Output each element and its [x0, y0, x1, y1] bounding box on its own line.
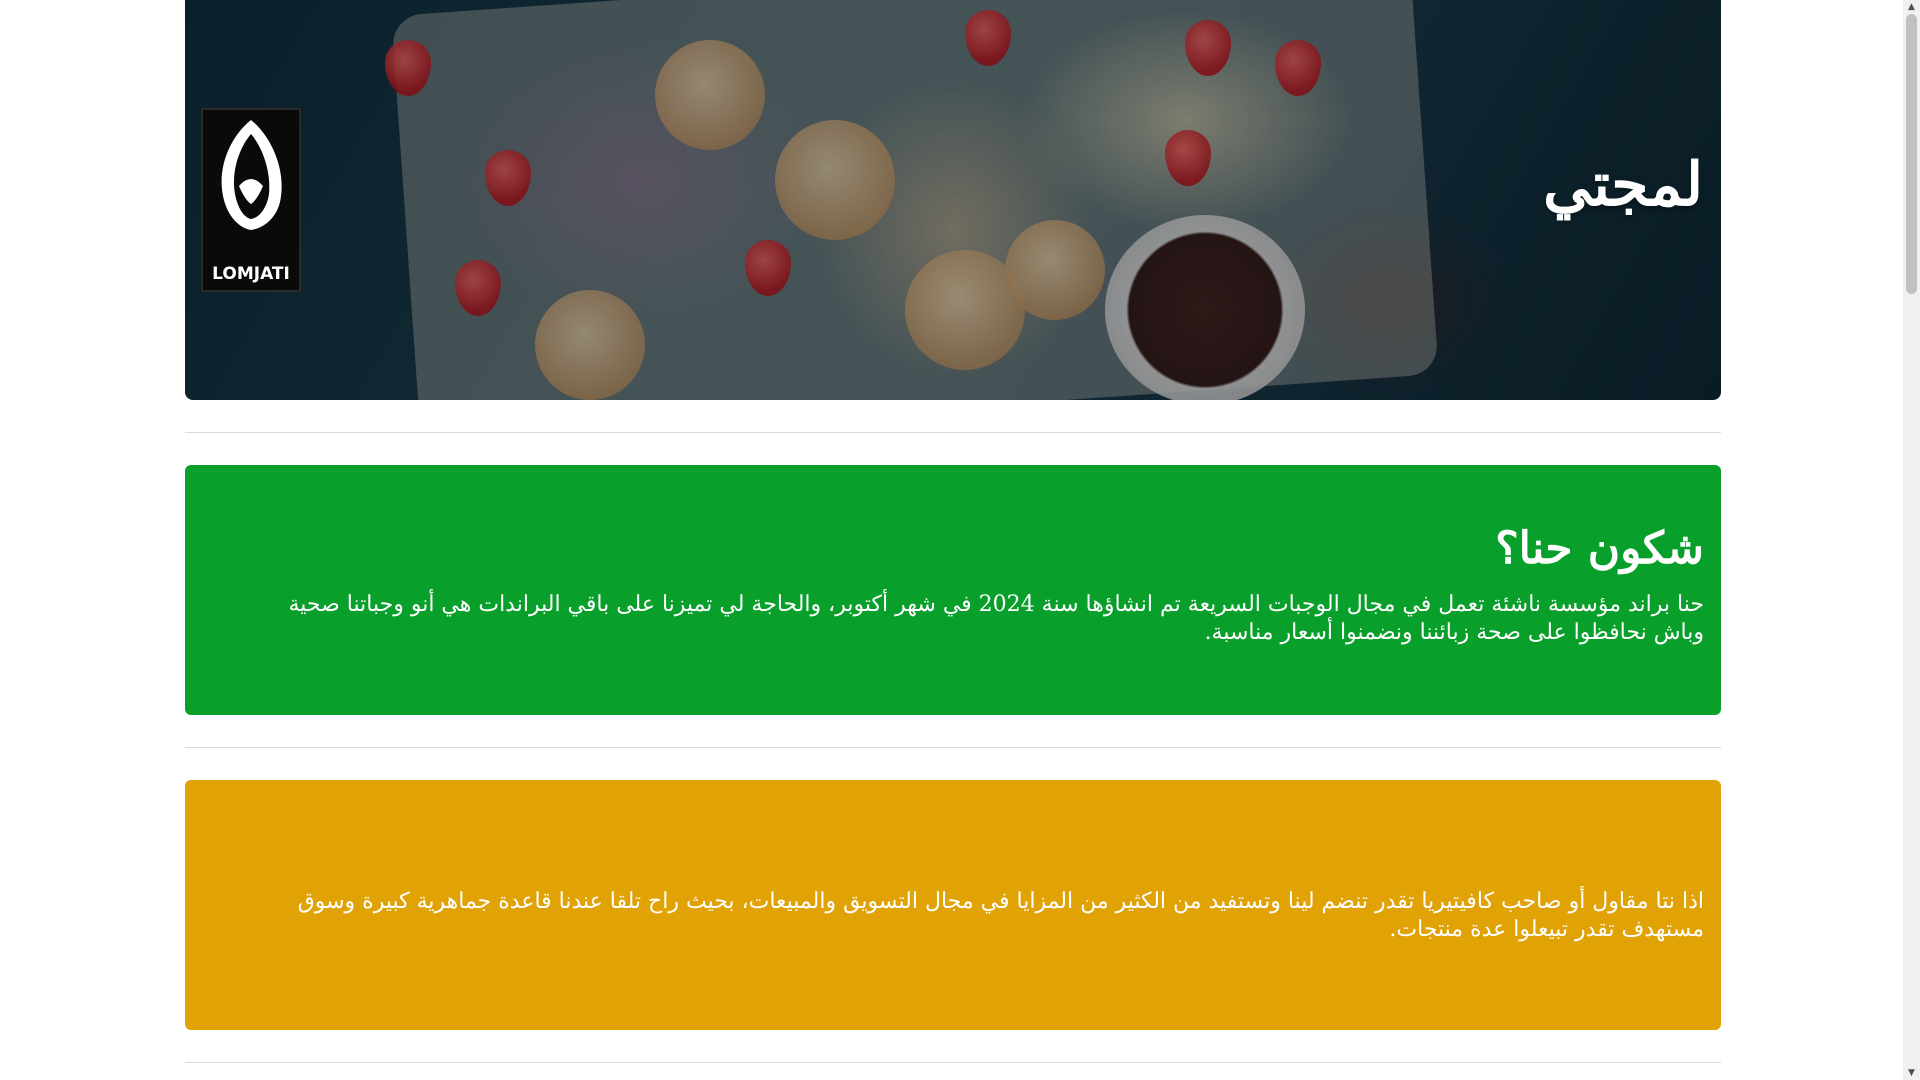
partner-section: اذا نتا مقاول أو صاحب كافيتيريا تقدر تنض… — [185, 780, 1721, 1030]
main-container: LOMJATI لمجتي شكون حنا؟ حنا براند مؤسسة … — [185, 0, 1721, 1063]
section-divider — [185, 747, 1721, 748]
hero-title: لمجتي — [1543, 150, 1703, 220]
brand-logo: LOMJATI — [201, 108, 301, 292]
about-heading: شكون حنا؟ — [1495, 523, 1704, 574]
logo-text: LOMJATI — [212, 264, 290, 284]
about-text: حنا براند مؤسسة ناشئة تعمل في مجال الوجب… — [288, 592, 1705, 645]
partner-text: اذا نتا مقاول أو صاحب كافيتيريا تقدر تنض… — [297, 889, 1704, 942]
about-section: شكون حنا؟ حنا براند مؤسسة ناشئة تعمل في … — [185, 465, 1721, 715]
hero-banner: LOMJATI لمجتي — [185, 0, 1721, 400]
section-divider — [185, 432, 1721, 433]
page: LOMJATI لمجتي شكون حنا؟ حنا براند مؤسسة … — [0, 0, 1920, 1080]
vertical-scrollbar[interactable]: ▲ ▼ — [1903, 0, 1920, 1080]
scroll-up-arrow-icon[interactable]: ▲ — [1903, 0, 1920, 14]
section-divider — [185, 1062, 1721, 1063]
scrollbar-thumb[interactable] — [1906, 14, 1917, 294]
scroll-down-arrow-icon[interactable]: ▼ — [1903, 1066, 1920, 1080]
hero-overlay — [185, 0, 1721, 400]
logo-mark-icon — [221, 120, 282, 230]
